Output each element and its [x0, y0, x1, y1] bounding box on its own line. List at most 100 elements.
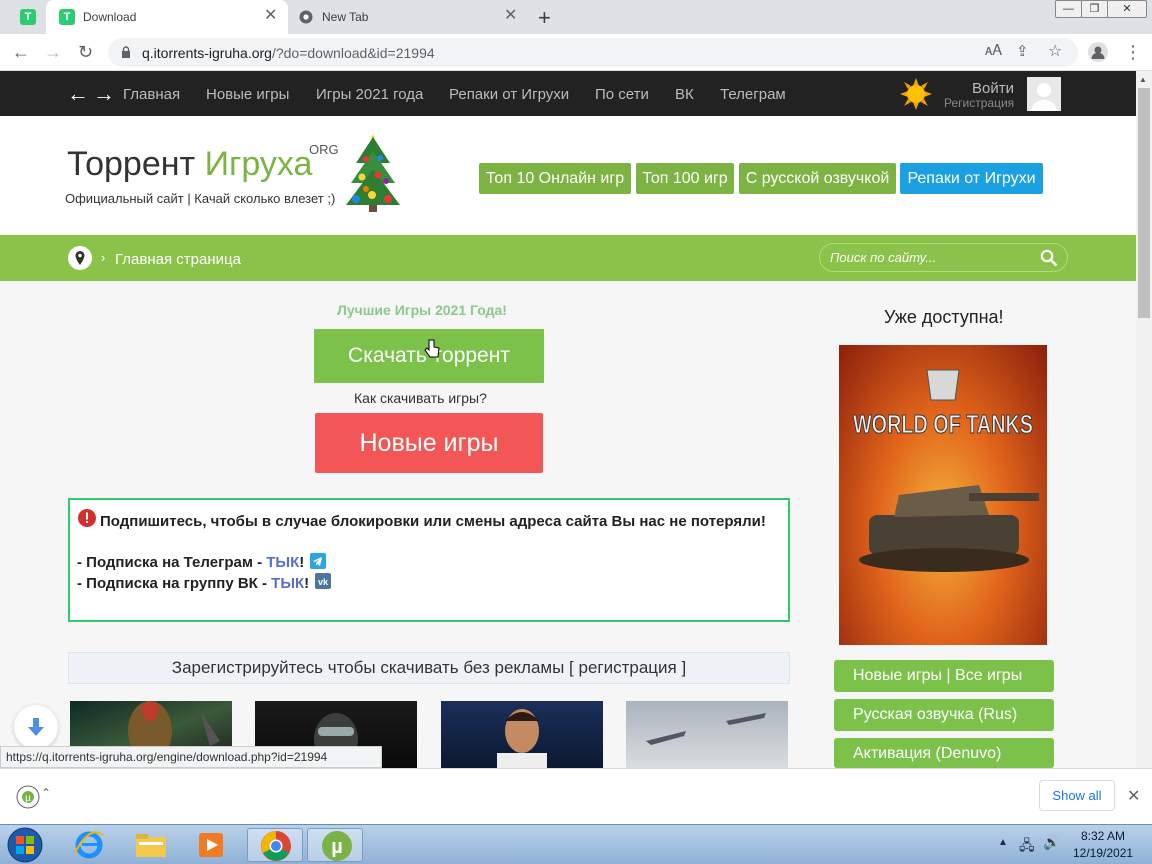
vk-icon[interactable]: vk: [315, 573, 331, 589]
repacks-button[interactable]: Репаки от Игрухи: [900, 163, 1043, 194]
breadcrumb: › Главная страница Поиск по сайту...: [0, 235, 1136, 281]
utorrent-file-icon[interactable]: µ: [16, 785, 40, 809]
close-icon[interactable]: ✕: [264, 8, 277, 24]
scroll-down-button[interactable]: [14, 705, 58, 749]
telegram-link[interactable]: ТЫК: [266, 554, 299, 571]
tray-expand-icon[interactable]: ▲: [998, 837, 1008, 848]
share-icon[interactable]: ⇪: [1016, 42, 1029, 60]
profile-icon[interactable]: [1088, 42, 1108, 62]
site-tagline: Официальный сайт | Качай сколько влезет …: [65, 191, 336, 206]
translate-icon[interactable]: 🗚: [985, 42, 1002, 59]
back-icon[interactable]: ←: [12, 42, 30, 62]
nav-item-games-2021[interactable]: Игры 2021 года: [316, 86, 423, 103]
media-player-icon[interactable]: [196, 830, 226, 860]
download-shelf: µ ⌃ Show all ✕: [0, 768, 1152, 824]
svg-text:µ: µ: [331, 836, 343, 858]
nav-item-repacks[interactable]: Репаки от Игрухи: [449, 86, 569, 103]
sidebar-new-all-games[interactable]: Новые игры | Все игры: [834, 660, 1054, 692]
avatar[interactable]: [1027, 77, 1061, 111]
site-logo[interactable]: Торрент Игруха: [67, 145, 312, 184]
forward-icon[interactable]: →: [44, 42, 62, 62]
taskbar-utorrent[interactable]: µ: [307, 828, 363, 862]
volume-icon[interactable]: 🔊: [1043, 834, 1060, 851]
windows-start-icon[interactable]: [6, 827, 44, 863]
svg-text:vk: vk: [318, 577, 329, 587]
register-banner[interactable]: Зарегистрируйтесь чтобы скачивать без ре…: [68, 652, 790, 684]
tank-image: WORLD OF TANKS: [853, 369, 1039, 572]
scroll-up-icon[interactable]: ▲: [1139, 75, 1147, 84]
nav-item-vk[interactable]: ВК: [675, 86, 694, 103]
sidebar-activation[interactable]: Активация (Denuvo): [834, 738, 1054, 768]
notice-headline: Подпишитесь, чтобы в случае блокировки и…: [100, 513, 766, 530]
minimize-button[interactable]: —: [1055, 0, 1082, 18]
scrollbar-thumb[interactable]: [1138, 88, 1150, 318]
back-arrow-icon[interactable]: ←: [67, 81, 89, 107]
forward-arrow-icon[interactable]: →: [93, 81, 115, 107]
chrome-icon: [299, 10, 313, 24]
russian-voice-button[interactable]: С русской озвучкой: [739, 163, 896, 194]
new-games-button[interactable]: Новые игры: [315, 413, 543, 473]
lock-icon[interactable]: [121, 46, 131, 59]
game-thumbnail[interactable]: [441, 701, 603, 768]
christmas-tree-icon: [346, 134, 400, 212]
nav-item-telegram[interactable]: Телеграм: [720, 86, 786, 103]
top-10-online-button[interactable]: Топ 10 Онлайн игр: [479, 163, 631, 194]
football-player-image: [497, 709, 547, 768]
chevron-right-icon: ›: [101, 250, 106, 265]
bookmark-star-icon[interactable]: ☆: [1048, 41, 1062, 61]
status-bar-url: https://q.itorrents-igruha.org/engine/do…: [0, 746, 382, 768]
site-navigation: ← → Главная Новые игры Игры 2021 года Ре…: [0, 71, 1136, 116]
new-tab-button[interactable]: +: [538, 5, 551, 31]
url-text: q.itorrents-igruha.org/?do=download&id=2…: [142, 45, 435, 61]
restore-button[interactable]: ❐: [1081, 0, 1108, 18]
menu-icon[interactable]: ⋮: [1124, 42, 1142, 62]
login-link[interactable]: Войти: [972, 80, 1014, 97]
file-explorer-icon[interactable]: [134, 831, 168, 859]
search-icon[interactable]: [1040, 249, 1058, 267]
planes-image: [646, 713, 766, 745]
telegram-icon[interactable]: [310, 553, 326, 569]
search-placeholder: Поиск по сайту...: [830, 250, 937, 265]
how-to-download-link[interactable]: Как скачивать игры?: [354, 390, 487, 406]
nav-item-new-games[interactable]: Новые игры: [206, 86, 289, 103]
tab-title: New Tab: [322, 10, 369, 24]
utorrent-icon: µ: [322, 831, 352, 861]
poster-title: WORLD OF TANKS: [853, 409, 1033, 439]
svg-text:µ: µ: [25, 793, 31, 804]
breadcrumb-home[interactable]: Главная страница: [115, 251, 241, 268]
chevron-up-icon[interactable]: ⌃: [41, 786, 51, 800]
top-100-button[interactable]: Топ 100 игр: [636, 163, 734, 194]
vertical-scrollbar[interactable]: ▲: [1136, 71, 1152, 768]
sidebar-russian-voice[interactable]: Русская озвучка (Rus): [834, 699, 1054, 731]
world-of-tanks-poster[interactable]: WORLD OF TANKS: [839, 345, 1047, 645]
best-games-heading[interactable]: Лучшие Игры 2021 Года!: [337, 302, 507, 318]
tab-download[interactable]: Т Download ✕: [46, 0, 288, 34]
taskbar-chrome[interactable]: [247, 828, 303, 862]
taskbar-time[interactable]: 8:32 AM: [1081, 829, 1125, 843]
register-link[interactable]: Регистрация: [944, 96, 1014, 110]
alert-icon: [78, 509, 96, 527]
close-icon[interactable]: ✕: [504, 8, 517, 24]
reload-icon[interactable]: ↻: [78, 42, 93, 62]
subscribe-notice: Подпишитесь, чтобы в случае блокировки и…: [68, 498, 790, 622]
chrome-icon: [261, 831, 291, 861]
nav-item-online[interactable]: По сети: [595, 86, 649, 103]
address-bar[interactable]: q.itorrents-igruha.org/?do=download&id=2…: [108, 38, 1078, 67]
taskbar-date[interactable]: 12/19/2021: [1073, 846, 1133, 860]
location-pin-icon: [68, 246, 92, 270]
windows-taskbar: µ ▲ 🖧 🔊 8:32 AM 12/19/2021: [0, 824, 1152, 864]
close-window-button[interactable]: ✕: [1107, 0, 1147, 18]
browser-tab-strip: Т Т Download ✕ New Tab ✕ + — ❐ ✕: [0, 0, 1152, 34]
site-search-input[interactable]: Поиск по сайту...: [819, 243, 1068, 272]
network-icon[interactable]: 🖧: [1019, 835, 1035, 859]
sidebar-title: Уже доступна!: [884, 307, 1004, 327]
tab-new-tab[interactable]: New Tab ✕: [290, 0, 526, 34]
hand-cursor-icon: [424, 339, 440, 358]
nav-item-home[interactable]: Главная: [123, 86, 180, 103]
game-thumbnail[interactable]: [626, 701, 788, 768]
close-shelf-icon[interactable]: ✕: [1127, 786, 1140, 806]
internet-explorer-icon[interactable]: [72, 829, 106, 861]
down-arrow-icon: [28, 718, 44, 736]
show-all-downloads-button[interactable]: Show all: [1039, 780, 1115, 811]
vk-link[interactable]: ТЫК: [271, 575, 304, 592]
